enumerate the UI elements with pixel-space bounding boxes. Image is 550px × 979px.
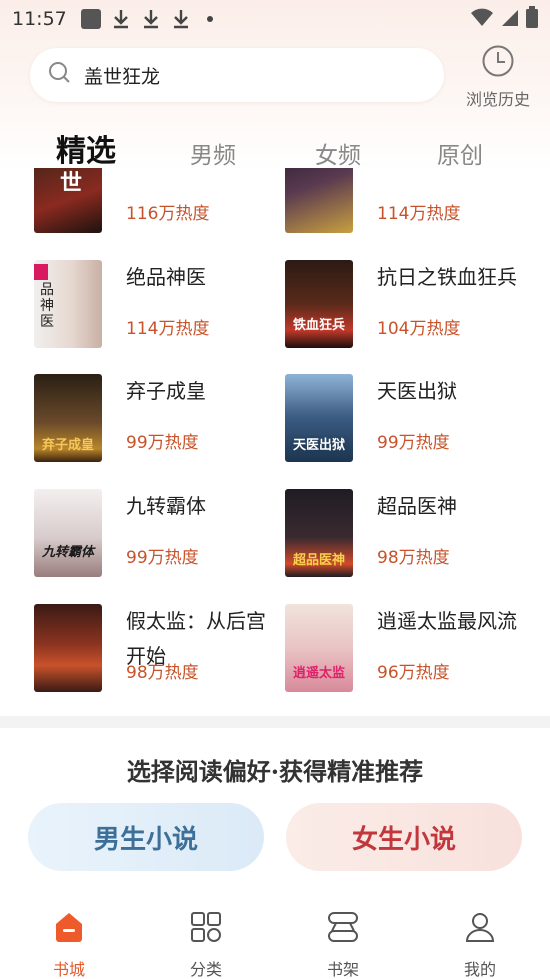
search-query: 盖世狂龙 bbox=[84, 65, 161, 88]
book-heat: 96万热度 bbox=[377, 663, 450, 683]
tab-featured[interactable]: 精选 bbox=[56, 126, 116, 170]
app-notification-icon bbox=[80, 9, 101, 29]
tab-female[interactable]: 女频 bbox=[315, 136, 361, 170]
clock-icon bbox=[481, 44, 515, 82]
book-item[interactable]: 超品医神 超品医神 98万热度 bbox=[285, 489, 537, 581]
nav-label: 书城 bbox=[52, 960, 85, 979]
category-icon bbox=[189, 910, 223, 948]
book-cover: 铁血狂兵 bbox=[285, 260, 353, 348]
book-cover bbox=[34, 604, 102, 692]
book-item[interactable]: 世 116万热度 bbox=[34, 168, 286, 237]
history-button[interactable]: 浏览历史 bbox=[458, 44, 538, 109]
book-heat: 98万热度 bbox=[377, 548, 450, 568]
book-item[interactable]: 品神医 绝品神医 114万热度 bbox=[34, 260, 286, 352]
book-title: 逍遥太监最风流 bbox=[377, 609, 517, 633]
wifi-icon bbox=[470, 7, 494, 31]
book-heat: 99万热度 bbox=[377, 433, 450, 453]
search-icon bbox=[48, 61, 72, 89]
tab-original[interactable]: 原创 bbox=[437, 136, 483, 170]
book-cover: 天医出狱 bbox=[285, 374, 353, 462]
status-bar: 11:57 bbox=[0, 0, 550, 38]
female-novel-button[interactable]: 女生小说 bbox=[286, 803, 522, 871]
book-title: 绝品神医 bbox=[126, 265, 206, 289]
male-novel-button[interactable]: 男生小说 bbox=[28, 803, 264, 871]
book-heat: 98万热度 bbox=[126, 663, 199, 683]
section-divider bbox=[0, 716, 550, 728]
search-input[interactable]: 盖世狂龙 bbox=[30, 48, 444, 102]
more-notifications-icon bbox=[206, 16, 213, 22]
signal-icon bbox=[500, 7, 520, 31]
bookshelf-icon bbox=[326, 910, 360, 948]
download-icon bbox=[141, 8, 161, 30]
book-item[interactable]: 弃子成皇 弃子成皇 99万热度 bbox=[34, 374, 286, 466]
nav-profile[interactable]: 我的 bbox=[440, 910, 520, 979]
book-cover bbox=[285, 168, 353, 233]
book-item[interactable]: 逍遥太监 逍遥太监最风流 96万热度 bbox=[285, 604, 537, 696]
book-title: 弃子成皇 bbox=[126, 379, 206, 403]
nav-label: 我的 bbox=[463, 960, 496, 979]
book-item[interactable]: 铁血狂兵 抗日之铁血狂兵 104万热度 bbox=[285, 260, 537, 352]
book-heat: 99万热度 bbox=[126, 548, 199, 568]
book-cover: 世 bbox=[34, 168, 102, 233]
book-cover: 九转霸体 bbox=[34, 489, 102, 577]
book-cover: 品神医 bbox=[34, 260, 102, 348]
book-title: 超品医神 bbox=[377, 494, 457, 518]
nav-bookstore[interactable]: 书城 bbox=[29, 910, 109, 979]
notification-icons bbox=[80, 8, 213, 30]
nav-bookshelf[interactable]: 书架 bbox=[303, 910, 383, 979]
book-item[interactable]: 114万热度 bbox=[285, 168, 537, 237]
nav-category[interactable]: 分类 bbox=[166, 910, 246, 979]
status-time: 11:57 bbox=[12, 8, 67, 30]
history-label: 浏览历史 bbox=[465, 90, 530, 109]
book-cover: 超品医神 bbox=[285, 489, 353, 577]
bottom-navigation: 书城 分类 书架 我的 bbox=[0, 900, 550, 979]
book-item[interactable]: 假太监：从后宫开始 98万热度 bbox=[34, 604, 286, 696]
book-title: 九转霸体 bbox=[126, 494, 206, 518]
book-item[interactable]: 九转霸体 九转霸体 99万热度 bbox=[34, 489, 286, 581]
home-icon bbox=[52, 910, 86, 948]
book-cover: 逍遥太监 bbox=[285, 604, 353, 692]
book-heat: 104万热度 bbox=[377, 319, 461, 339]
book-title: 天医出狱 bbox=[377, 379, 457, 403]
battery-icon bbox=[526, 6, 538, 32]
system-status bbox=[470, 6, 538, 32]
book-list: 世 116万热度 114万热度 品神医 绝品神医 114万热度 铁血狂兵 抗日之… bbox=[0, 168, 550, 708]
nav-label: 分类 bbox=[189, 960, 222, 979]
book-heat: 114万热度 bbox=[377, 204, 461, 224]
category-tabs: 精选 男频 女频 原创 bbox=[0, 124, 550, 170]
download-icon bbox=[111, 8, 131, 30]
book-heat: 116万热度 bbox=[126, 204, 210, 224]
book-item[interactable]: 天医出狱 天医出狱 99万热度 bbox=[285, 374, 537, 466]
book-title: 抗日之铁血狂兵 bbox=[377, 265, 517, 289]
nav-label: 书架 bbox=[326, 960, 359, 979]
tab-male[interactable]: 男频 bbox=[190, 136, 236, 170]
book-heat: 99万热度 bbox=[126, 433, 199, 453]
download-icon bbox=[171, 8, 191, 30]
preference-title: 选择阅读偏好·获得精准推荐 bbox=[126, 757, 424, 786]
book-cover: 弃子成皇 bbox=[34, 374, 102, 462]
book-heat: 114万热度 bbox=[126, 319, 210, 339]
profile-icon bbox=[463, 910, 497, 948]
